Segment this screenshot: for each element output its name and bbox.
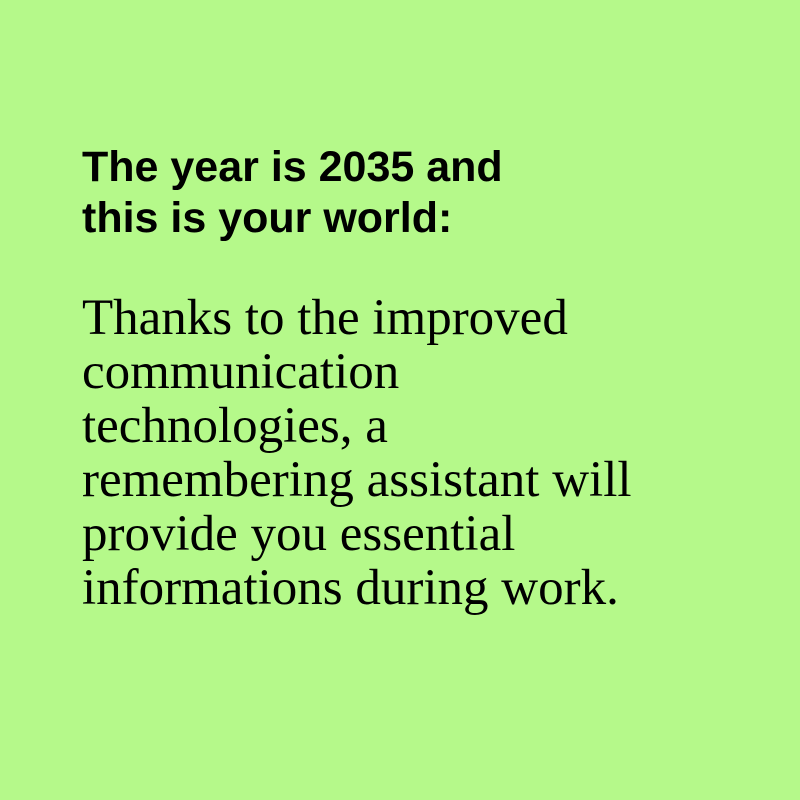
body-line: provide you essential bbox=[82, 506, 516, 562]
heading-line: The year is 2035 and bbox=[82, 143, 503, 191]
heading-line: this is your world: bbox=[82, 194, 453, 242]
slide-canvas: The year is 2035 and this is your world:… bbox=[0, 0, 800, 800]
body-line: technologies, a bbox=[82, 398, 388, 454]
body-line: informations during work. bbox=[82, 560, 619, 616]
body-line: remembering assistant will bbox=[82, 452, 632, 508]
body-paragraph: Thanks to the improved communication tec… bbox=[82, 291, 762, 615]
heading: The year is 2035 and this is your world: bbox=[82, 142, 722, 244]
body-line: Thanks to the improved bbox=[82, 290, 568, 346]
body-line: communication bbox=[82, 344, 400, 400]
